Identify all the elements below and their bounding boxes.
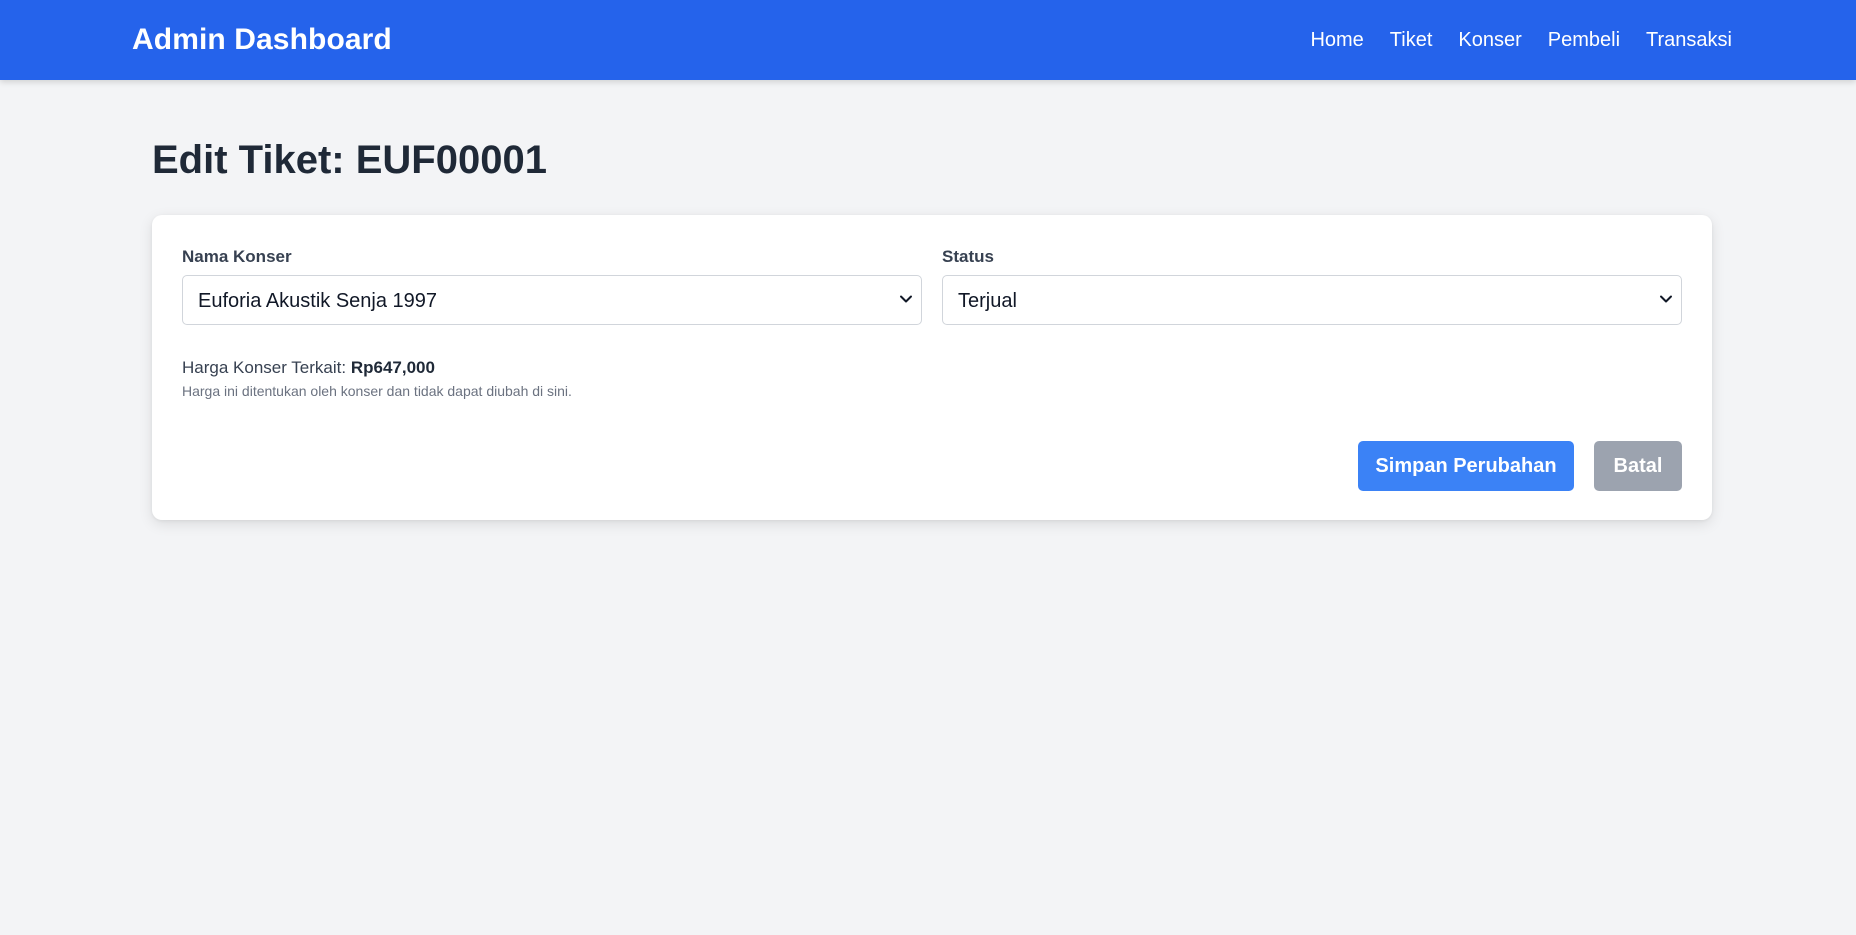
nav-link-transaksi[interactable]: Transaksi [1646,29,1732,52]
status-select-value: Terjual [958,290,1017,312]
save-changes-button[interactable]: Simpan Perubahan [1358,441,1574,491]
concert-select-value: Euforia Akustik Senja 1997 [198,290,438,312]
related-price: Harga Konser Terkait: Rp647,000 [182,358,435,378]
edit-ticket-form: Nama Konser Euforia Akustik Senja 1997 S… [152,215,1712,520]
nav-link-home[interactable]: Home [1310,29,1363,52]
concert-label: Nama Konser [182,247,292,266]
cancel-button[interactable]: Batal [1594,441,1682,491]
nav-link-konser[interactable]: Konser [1458,29,1521,52]
concert-field: Nama Konser Euforia Akustik Senja 1997 [182,247,922,325]
top-navbar: Admin Dashboard Home Tiket Konser Pembel… [0,0,1856,80]
status-select[interactable]: Terjual [942,275,1682,325]
price-value: Rp647,000 [350,358,435,377]
chevron-down-icon [1660,295,1672,303]
price-label: Harga Konser Terkait: [182,358,347,377]
brand-title[interactable]: Admin Dashboard [132,0,392,80]
page-title: Edit Tiket: EUF00001 [152,138,547,182]
status-field: Status Terjual [942,247,1682,325]
nav-link-pembeli[interactable]: Pembeli [1548,29,1620,52]
status-label: Status [942,247,994,266]
main-nav: Home Tiket Konser Pembeli Transaksi [1310,0,1732,80]
concert-select[interactable]: Euforia Akustik Senja 1997 [182,275,922,325]
price-note: Harga ini ditentukan oleh konser dan tid… [182,383,572,399]
chevron-down-icon [900,295,912,303]
nav-link-tiket[interactable]: Tiket [1390,29,1433,52]
